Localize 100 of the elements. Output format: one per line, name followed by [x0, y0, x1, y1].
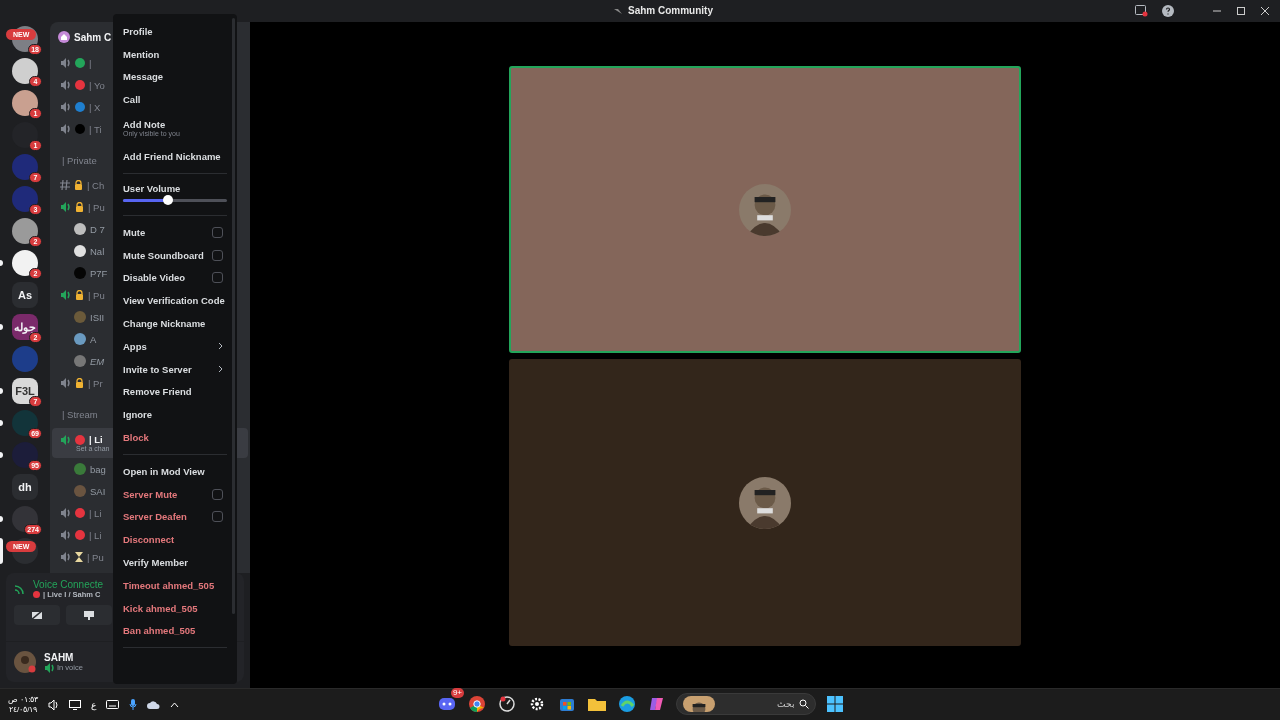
channel-name[interactable]: | Ch — [87, 179, 105, 191]
menu-item[interactable]: View Verification Code — [113, 289, 237, 313]
menu-item[interactable]: Block — [113, 426, 237, 449]
inbox-icon[interactable] — [1135, 5, 1148, 17]
menu-item[interactable]: Disable Video — [113, 266, 237, 290]
menu-item[interactable]: Change Nickname — [113, 312, 237, 335]
camera-off-button[interactable] — [14, 605, 60, 625]
username: SAHM — [44, 651, 75, 663]
server-icon[interactable] — [12, 410, 38, 436]
channel-name[interactable]: | Pu — [87, 551, 104, 563]
checkbox[interactable] — [212, 272, 223, 284]
menu-item[interactable]: Server Mute — [113, 482, 237, 506]
volume-icon[interactable] — [48, 699, 60, 710]
menu-item[interactable]: Profile — [113, 20, 237, 43]
close-icon[interactable] — [1260, 6, 1270, 16]
windows-start-icon[interactable] — [824, 693, 846, 715]
maximize-icon[interactable] — [1236, 6, 1246, 16]
menu-item[interactable]: Timeout ahmed_505 — [113, 573, 237, 597]
category-label[interactable]: | Private — [62, 154, 97, 166]
notification-count: 9+ — [450, 688, 464, 698]
video-tile[interactable] — [509, 66, 1021, 353]
member-name[interactable]: EM — [90, 355, 105, 367]
menu-item[interactable]: Mute Soundboard — [113, 243, 237, 267]
clock-date[interactable]: ٢٤/٠٥/١٩ — [9, 704, 38, 715]
gauge-icon[interactable] — [496, 693, 518, 715]
server-icon[interactable]: dh — [12, 474, 38, 500]
menu-item[interactable]: Server Deafen — [113, 505, 237, 529]
chevron-up-icon[interactable] — [170, 701, 180, 708]
speaker-icon — [60, 552, 71, 562]
menu-item[interactable]: Add Friend Nickname — [113, 145, 237, 168]
menu-item[interactable]: Call — [113, 88, 237, 112]
channel-name[interactable]: | X — [89, 101, 101, 113]
channel-name[interactable]: | Yo — [89, 79, 105, 91]
hourglass-icon — [75, 552, 83, 562]
server-icon[interactable] — [12, 58, 38, 84]
signal-icon — [14, 583, 25, 595]
server-icon[interactable] — [12, 90, 38, 116]
slider-label: User Volume — [123, 183, 182, 194]
screen-share-icon — [83, 610, 95, 620]
speaker-icon — [44, 662, 55, 673]
channel-name[interactable]: | Pr — [88, 377, 103, 389]
browser-wave-icon[interactable] — [616, 693, 638, 715]
cloud-icon[interactable] — [147, 700, 161, 709]
microphone-icon[interactable] — [129, 699, 138, 710]
channel-name[interactable]: | Li — [89, 507, 102, 519]
window-title: Sahm Community — [628, 5, 713, 16]
keyboard-icon[interactable] — [106, 700, 120, 709]
user-avatar — [14, 651, 36, 673]
chevron-icon — [218, 342, 223, 351]
menu-item[interactable]: Message — [113, 65, 237, 89]
checkbox[interactable] — [212, 488, 223, 500]
camera-off-icon — [31, 610, 43, 620]
slider-thumb[interactable] — [162, 195, 173, 205]
menu-item[interactable]: Remove Friend — [113, 380, 237, 404]
member-name[interactable]: SAI — [90, 485, 106, 497]
search-icon — [799, 699, 809, 709]
server-icon[interactable] — [12, 442, 38, 468]
member-name[interactable]: P7F — [90, 267, 108, 279]
browser-icon[interactable] — [466, 693, 488, 715]
member-name[interactable]: D 7 — [90, 223, 105, 235]
menu-item[interactable]: Mention — [113, 42, 237, 66]
video-tile[interactable] — [509, 359, 1021, 646]
member-name[interactable]: Nal — [90, 245, 105, 257]
search-field[interactable]: بحث — [676, 693, 816, 715]
menu-item[interactable]: Ban ahmed_505 — [113, 619, 237, 643]
channel-name[interactable]: | Li — [89, 529, 102, 541]
member-name[interactable]: bag — [90, 463, 106, 475]
screen-share-button[interactable] — [66, 605, 112, 625]
channel-name[interactable]: | Pu — [88, 201, 105, 213]
chevron-icon — [218, 365, 223, 374]
language-indicator[interactable]: ع — [91, 699, 97, 710]
checkbox[interactable] — [212, 249, 223, 261]
help-icon[interactable] — [1162, 5, 1174, 17]
menu-item[interactable]: Apps — [113, 334, 237, 358]
channel-name[interactable]: | Li — [89, 434, 103, 445]
channel-name[interactable]: | Pu — [88, 289, 105, 301]
clock-time[interactable]: ٠١:٥٣ ص — [8, 694, 39, 705]
hashtag-icon — [60, 180, 70, 190]
menu-item[interactable]: Kick ahmed_505 — [113, 596, 237, 620]
menu-item[interactable]: Verify Member — [113, 551, 237, 574]
menu-item[interactable]: Mute — [113, 221, 237, 244]
member-name[interactable]: ISII — [90, 311, 105, 323]
channel-name[interactable]: | Ti — [89, 123, 102, 135]
server-name[interactable]: Sahm C — [74, 31, 112, 43]
monitor-icon[interactable] — [69, 699, 82, 710]
category-label[interactable]: | Stream — [62, 408, 98, 420]
server-icon[interactable]: As — [12, 282, 38, 308]
voice-status: Voice Connecte — [33, 579, 104, 590]
channel-name[interactable]: | — [89, 57, 92, 69]
checkbox[interactable] — [212, 511, 223, 523]
menu-item[interactable]: Ignore — [113, 403, 237, 427]
menu-item[interactable]: Open in Mod View — [113, 459, 237, 483]
server-icon — [58, 31, 70, 43]
server-icon[interactable] — [12, 506, 38, 532]
checkbox[interactable] — [212, 226, 223, 238]
server-icon[interactable] — [12, 250, 38, 276]
server-icon[interactable] — [12, 218, 38, 244]
member-name[interactable]: A — [90, 333, 97, 345]
menu-item[interactable]: Disconnect — [113, 528, 237, 552]
menu-item[interactable]: Invite to Server — [113, 357, 237, 381]
